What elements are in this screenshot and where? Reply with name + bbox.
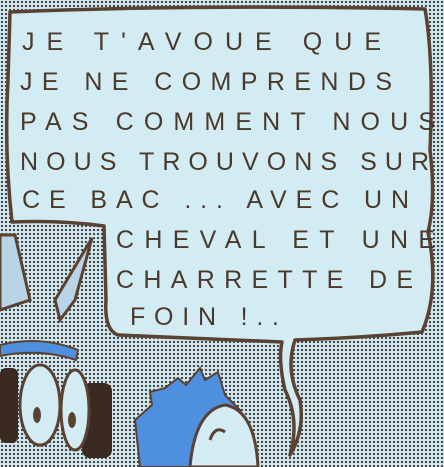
donkey-pupil-right — [68, 412, 76, 428]
speech-line: NOUS TROUVONS SUR — [20, 148, 432, 176]
speech-line: CHARRETTE DE — [116, 266, 416, 294]
donkey-eye-left — [18, 363, 62, 447]
comic-panel: JE T'AVOUE QUE JE NE COMPRENDS PAS COMME… — [0, 5, 438, 467]
donkey-character — [0, 233, 112, 458]
donkey-eye-right — [59, 368, 91, 452]
speech-line: CE BAC ... AVEC UN — [22, 186, 412, 214]
donkey-ear-right — [53, 237, 94, 324]
donkey-blinker-left — [0, 368, 18, 443]
donkey-halter-strap — [0, 340, 80, 362]
donkey-ear-left — [0, 233, 32, 312]
donkey-pupil-left — [33, 407, 41, 423]
boy-character — [133, 366, 260, 467]
speech-line: CHEVAL ET UNE — [116, 226, 438, 254]
